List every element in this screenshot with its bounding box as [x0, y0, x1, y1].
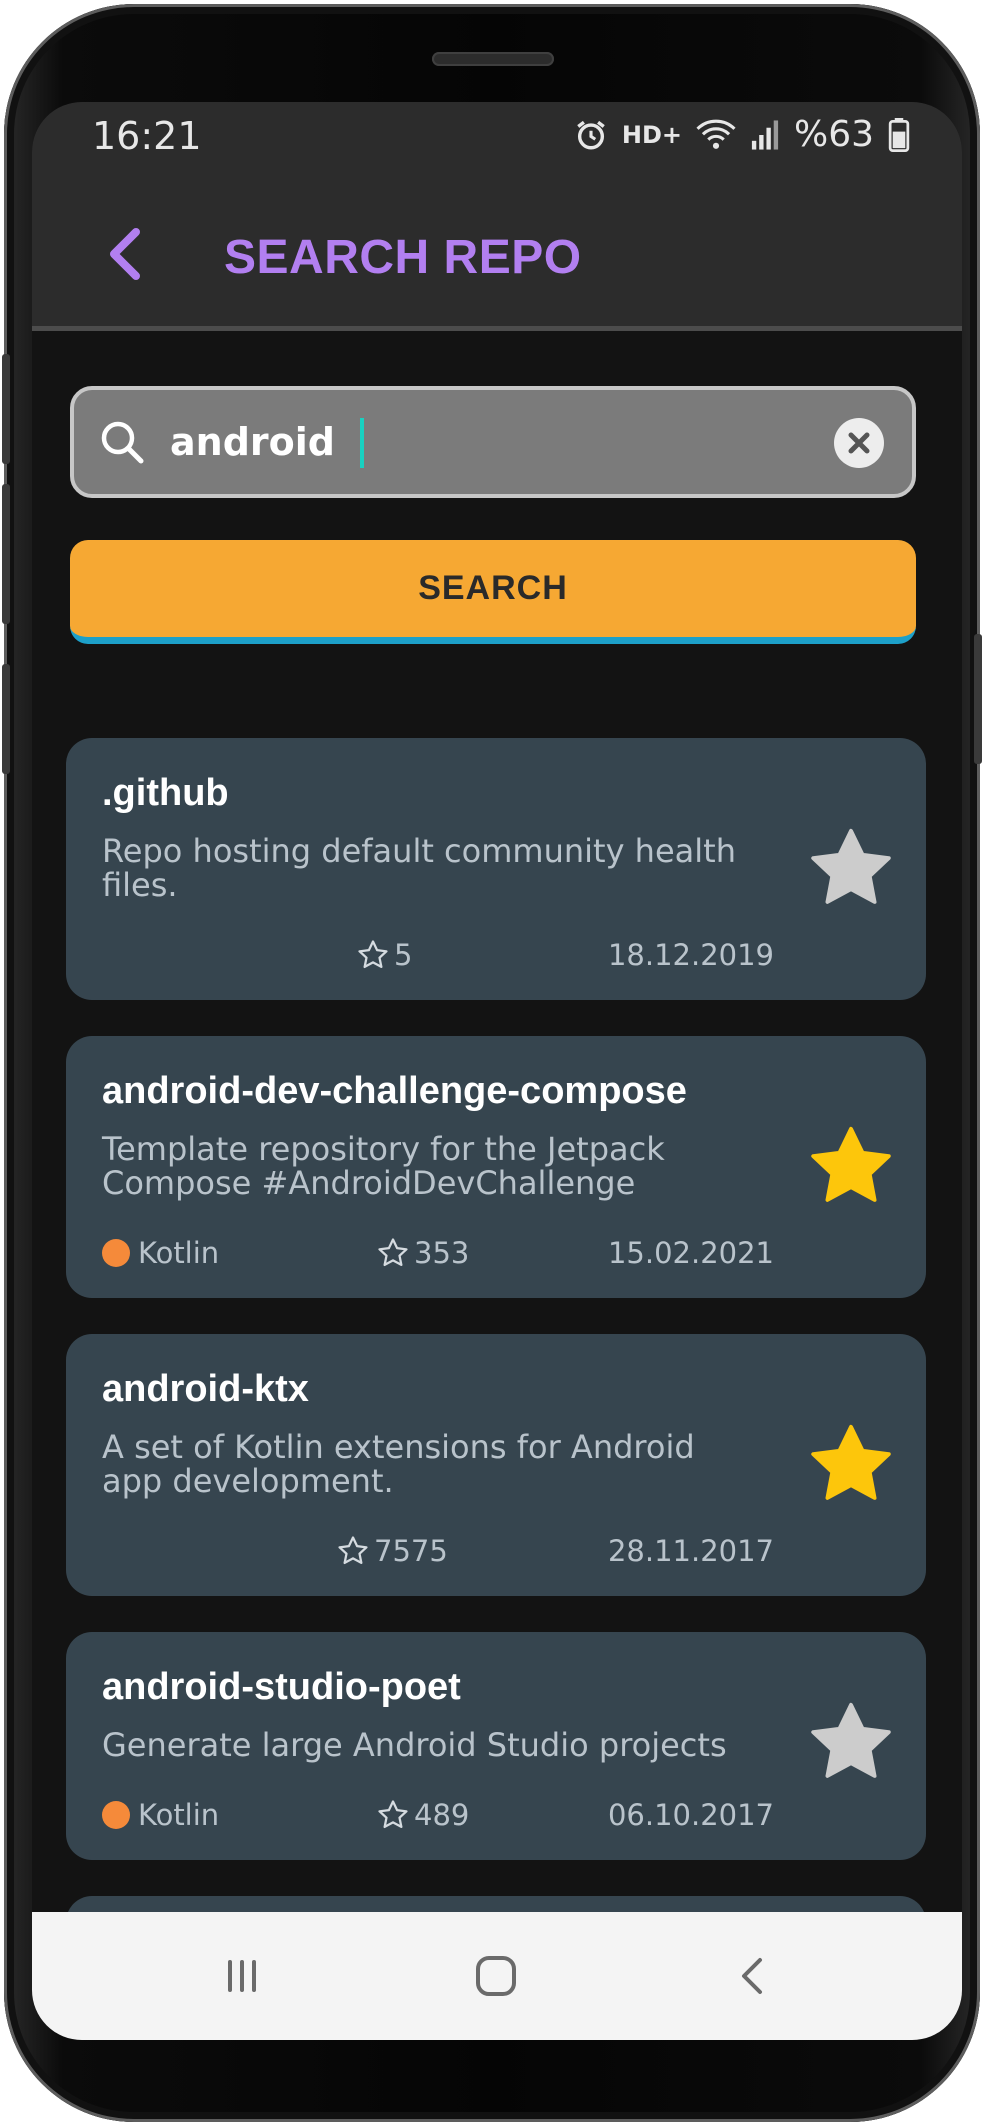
- recent-apps-icon: [228, 1960, 256, 1992]
- app-bar: SEARCH REPO: [32, 186, 962, 331]
- screen: 16:21 HD+ %63 SEARCH REPO android SEARCH…: [32, 102, 962, 2040]
- clear-search-button[interactable]: [834, 418, 884, 468]
- repo-date: 06.10.2017: [607, 1798, 774, 1832]
- status-time: 16:21: [92, 114, 202, 158]
- star-outline-icon: [358, 940, 388, 969]
- signal-icon: [751, 119, 779, 150]
- repo-date: 28.11.2017: [607, 1534, 774, 1568]
- star-count: 489: [376, 1798, 469, 1832]
- star-outline-icon: [378, 1800, 408, 1829]
- phone-frame: 16:21 HD+ %63 SEARCH REPO android SEARCH…: [2, 4, 982, 2122]
- repo-description: Generate large Android Studio projects: [102, 1726, 727, 1764]
- repo-language: Kotlin: [102, 1236, 219, 1270]
- star-count-value: 7575: [374, 1534, 448, 1568]
- search-input[interactable]: [170, 412, 780, 472]
- favorite-star-icon[interactable]: [806, 1698, 896, 1788]
- repo-meta: Kotlin 489 06.10.2017: [102, 1798, 774, 1838]
- status-bar: 16:21 HD+ %63: [32, 102, 962, 186]
- volume-button: [2, 354, 10, 464]
- repo-description: A set of Kotlin extensions for Android a…: [102, 1428, 695, 1500]
- star-outline-icon: [378, 1238, 408, 1267]
- back-button[interactable]: [100, 224, 150, 284]
- navigation-bar: [32, 1912, 962, 2040]
- star-count: 353: [376, 1236, 469, 1270]
- language-label: Kotlin: [138, 1236, 220, 1270]
- repo-card[interactable]: android-ktx A set of Kotlin extensions f…: [66, 1334, 926, 1596]
- star-count-value: 489: [414, 1798, 470, 1832]
- recent-apps-button[interactable]: [212, 1946, 272, 2006]
- repo-name: .github: [102, 772, 229, 814]
- repo-name: android-ktx: [102, 1368, 309, 1410]
- alarm-icon: [577, 120, 605, 149]
- star-outline-icon: [338, 1536, 368, 1565]
- repo-date: 18.12.2019: [607, 938, 774, 972]
- star-count: 7575: [336, 1534, 448, 1568]
- home-icon: [476, 1956, 516, 1996]
- text-cursor: [360, 418, 364, 468]
- chevron-left-icon: [110, 228, 140, 280]
- battery-percent: %63: [793, 114, 874, 155]
- favorite-star-icon[interactable]: [806, 824, 896, 914]
- repo-card[interactable]: .github Repo hosting default community h…: [66, 738, 926, 1000]
- star-count: 5: [356, 938, 412, 972]
- battery-icon: [888, 117, 910, 152]
- search-button[interactable]: SEARCH: [70, 540, 916, 644]
- status-icons: HD+ %63: [574, 114, 910, 155]
- repo-language: Kotlin: [102, 1798, 219, 1832]
- repo-name: android-dev-challenge-compose: [102, 1070, 687, 1112]
- repo-date: 15.02.2021: [607, 1236, 774, 1270]
- back-icon: [742, 1958, 762, 1994]
- close-icon: [848, 432, 870, 454]
- repo-meta: 7575 28.11.2017: [102, 1534, 774, 1574]
- repo-card[interactable]: android-studio-poet Generate large Andro…: [66, 1632, 926, 1860]
- star-count-value: 353: [414, 1236, 470, 1270]
- power-button: [974, 634, 982, 764]
- favorite-star-icon[interactable]: [806, 1420, 896, 1510]
- language-color-dot: [102, 1801, 130, 1829]
- repo-description: Repo hosting default community health fi…: [102, 832, 736, 904]
- search-field[interactable]: [70, 386, 916, 498]
- wifi-icon: [696, 119, 736, 149]
- home-button[interactable]: [466, 1946, 526, 2006]
- system-back-button[interactable]: [722, 1946, 782, 2006]
- repo-name: android-studio-poet: [102, 1666, 461, 1708]
- repo-meta: Kotlin 353 15.02.2021: [102, 1236, 774, 1276]
- language-label: Kotlin: [138, 1798, 220, 1832]
- star-count-value: 5: [394, 938, 413, 972]
- repo-card[interactable]: android-dev-challenge-compose Template r…: [66, 1036, 926, 1298]
- earpiece-speaker: [432, 52, 554, 66]
- volume-button: [2, 484, 10, 624]
- search-icon: [101, 421, 144, 464]
- repo-description: Template repository for the Jetpack Comp…: [102, 1130, 665, 1202]
- bixby-button: [2, 664, 10, 774]
- page-title: SEARCH REPO: [224, 231, 582, 284]
- favorite-star-icon[interactable]: [806, 1122, 896, 1212]
- repo-meta: 5 18.12.2019: [102, 938, 774, 978]
- network-type: HD+: [621, 120, 682, 149]
- language-color-dot: [102, 1239, 130, 1267]
